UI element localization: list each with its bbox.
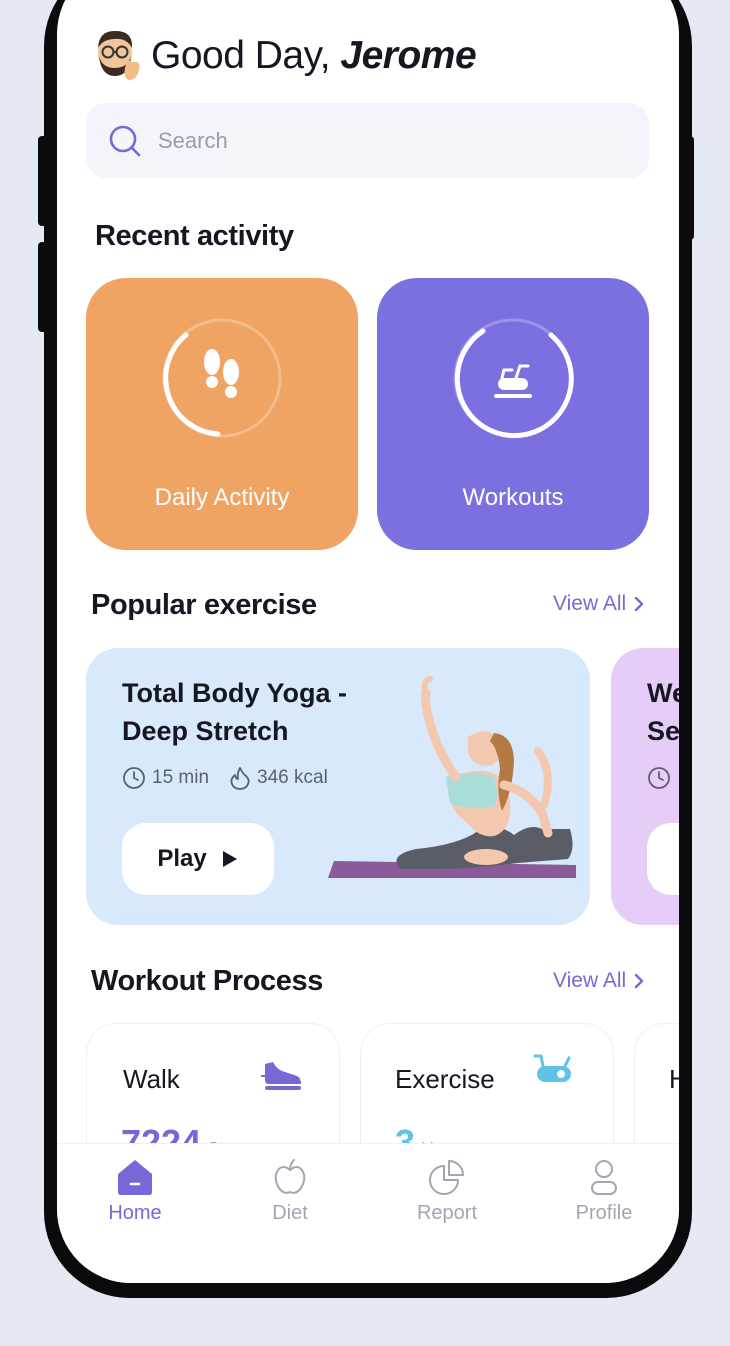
tab-home[interactable]: Home — [75, 1158, 195, 1225]
pie-chart-icon — [429, 1160, 464, 1195]
tab-report[interactable]: Report — [387, 1158, 507, 1225]
bottom-tab-bar: Home Diet Report Profile — [57, 1143, 679, 1283]
search-bar[interactable] — [86, 103, 649, 178]
exercise-card-partial[interactable]: We Se — [611, 648, 679, 925]
phone-frame: Good Day, Jerome Recent activity Daily A… — [44, 0, 692, 1298]
tab-report-label: Report — [416, 1202, 478, 1224]
greeting: Good Day, Jerome — [91, 28, 477, 84]
search-input[interactable] — [156, 126, 580, 155]
daily-activity-card[interactable]: Daily Activity — [86, 278, 358, 550]
workouts-card[interactable]: Workouts — [377, 278, 649, 550]
yoga-illustration — [328, 676, 576, 878]
workout-view-all-label: View All — [553, 969, 627, 992]
play-label: Play — [157, 845, 207, 872]
footsteps-icon — [204, 349, 239, 398]
play-button-partial[interactable] — [647, 823, 679, 895]
greeting-prefix: Good Day, — [151, 34, 331, 77]
tab-home-label: Home — [108, 1202, 162, 1224]
tab-diet[interactable]: Diet — [230, 1158, 350, 1225]
home-icon — [118, 1160, 152, 1195]
popular-view-all-link[interactable]: View All — [553, 592, 644, 616]
exercise-card-yoga[interactable]: Total Body Yoga - Deep Stretch 15 min 34… — [86, 648, 590, 925]
recent-activity-title: Recent activity — [95, 220, 294, 252]
exercise-bike-icon — [494, 364, 532, 398]
play-button[interactable]: Play — [122, 823, 274, 895]
flame-icon — [230, 767, 250, 790]
exercise-bike-icon — [533, 1054, 571, 1082]
chevron-right-icon — [634, 973, 644, 989]
greeting-name: Jerome — [340, 34, 477, 77]
user-icon — [591, 1160, 617, 1195]
tab-diet-label: Diet — [272, 1202, 308, 1224]
avatar — [91, 28, 143, 84]
workout-card-title: Exercise — [395, 1064, 495, 1094]
clock-icon — [648, 767, 670, 789]
daily-activity-label: Daily Activity — [154, 484, 290, 511]
tab-profile-label: Profile — [575, 1202, 633, 1224]
app-screen: Good Day, Jerome Recent activity Daily A… — [57, 0, 679, 1283]
workout-view-all-link[interactable]: View All — [553, 969, 644, 993]
workout-card-title: Walk — [123, 1064, 180, 1094]
popular-view-all-label: View All — [553, 592, 627, 615]
popular-exercise-title: Popular exercise — [91, 589, 317, 621]
exercise-title-partial: We Se — [647, 678, 679, 746]
clock-icon — [123, 767, 145, 789]
chevron-right-icon — [634, 596, 644, 612]
workout-card-title: H — [669, 1064, 679, 1095]
sneaker-icon — [261, 1062, 301, 1090]
workout-process-title: Workout Process — [91, 965, 323, 997]
apple-icon — [274, 1159, 306, 1194]
exercise-meta: 15 min 346 kcal — [122, 766, 348, 790]
greeting-text: Good Day, Jerome — [151, 34, 477, 78]
exercise-duration: 15 min — [152, 767, 210, 788]
tab-profile[interactable]: Profile — [544, 1158, 664, 1225]
search-icon — [109, 125, 141, 156]
workouts-label: Workouts — [462, 484, 564, 511]
play-icon — [222, 851, 237, 867]
